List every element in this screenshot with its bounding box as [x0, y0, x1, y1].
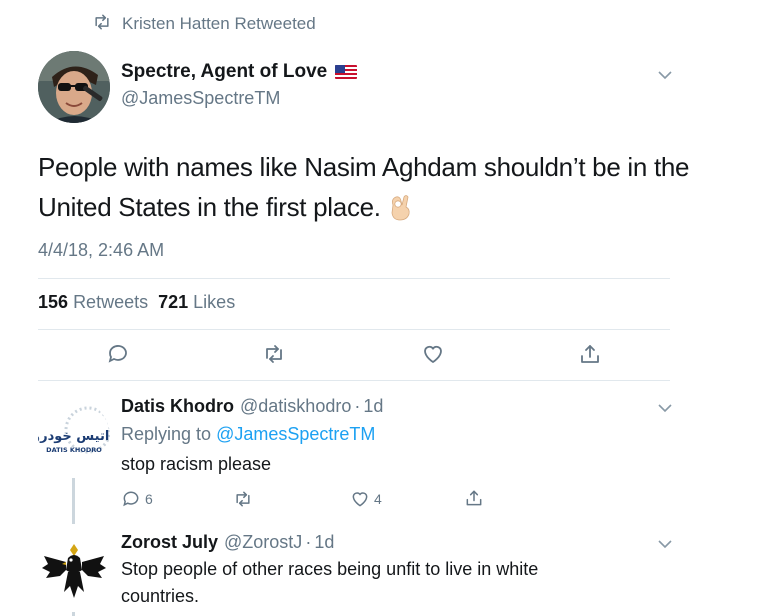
reply-button[interactable]: 6: [121, 489, 153, 509]
divider: [38, 380, 670, 381]
retweet-label: Retweets: [73, 292, 149, 312]
reply-text: stop racism please: [121, 454, 272, 474]
heart-icon: [424, 345, 442, 364]
author-name: Spectre, Agent of Love: [121, 61, 328, 82]
replying-mention[interactable]: @JamesSpectreTM: [216, 424, 375, 444]
datis-logo-text: داتیس خودرو: [38, 429, 110, 444]
reply-author-handle[interactable]: @datiskhodro: [240, 396, 351, 417]
reply-header: Datis Khodro @datiskhodro · 1d: [121, 396, 383, 417]
reply-time[interactable]: 1d: [314, 532, 334, 553]
reply-text-line-2: countries.: [121, 586, 200, 606]
reply-text-line-1: Stop people of other races being unfit t…: [121, 559, 539, 579]
reply-avatar[interactable]: [38, 536, 110, 608]
reply-author-name[interactable]: Datis Khodro: [121, 396, 234, 417]
like-button[interactable]: 4: [350, 489, 382, 509]
share-button[interactable]: [464, 488, 488, 508]
separator-dot: ·: [305, 532, 312, 552]
reply-count: 6: [145, 491, 153, 507]
datis-logo-subtext: DATIS KHODRO: [46, 446, 102, 454]
author-name-row[interactable]: Spectre, Agent of Love: [121, 61, 358, 83]
reply-icon: [108, 345, 127, 363]
reply-author-handle[interactable]: @ZorostJ: [224, 532, 302, 553]
like-count: 721: [158, 292, 189, 312]
likes-stat[interactable]: 721 Likes: [158, 292, 235, 313]
reply-header: Zorost July @ZorostJ · 1d: [121, 532, 334, 553]
retweet-count: 156: [38, 292, 69, 312]
thread-line: [72, 612, 75, 616]
tweet-timestamp[interactable]: 4/4/18, 2:46 AM: [38, 240, 164, 261]
retweet-icon: [236, 491, 250, 507]
share-icon: [581, 345, 599, 363]
author-avatar[interactable]: [38, 51, 110, 123]
retweet-button[interactable]: [262, 342, 286, 366]
divider: [38, 329, 670, 330]
reply-time[interactable]: 1d: [363, 396, 383, 417]
reply-avatar[interactable]: داتیس خودرو DATIS KHODRO: [38, 400, 110, 472]
tweet-text: People with names like Nasim Aghdam shou…: [38, 147, 698, 227]
replying-to: Replying to @JamesSpectreTM: [121, 421, 375, 448]
divider: [38, 278, 670, 279]
share-button[interactable]: [578, 342, 602, 366]
share-icon: [466, 490, 482, 506]
retweet-icon: [92, 12, 122, 37]
retweet-context-text: Kristen Hatten Retweeted: [122, 14, 316, 33]
ok-hand-icon: [387, 192, 413, 221]
retweets-stat[interactable]: 156 Retweets: [38, 292, 148, 313]
tweet-stats: 156 Retweets 721 Likes: [38, 292, 235, 313]
tweet-actions: [0, 342, 768, 368]
retweet-icon: [266, 345, 282, 363]
chevron-down-icon[interactable]: [657, 67, 673, 83]
like-label: Likes: [193, 292, 236, 312]
separator-dot: ·: [354, 396, 361, 416]
reply-button[interactable]: [106, 342, 130, 366]
like-button[interactable]: [421, 342, 445, 366]
chevron-down-icon[interactable]: [657, 536, 673, 552]
chevron-down-icon[interactable]: [657, 400, 673, 416]
retweet-context[interactable]: Kristen Hatten Retweeted: [92, 12, 316, 36]
like-count: 4: [374, 491, 382, 507]
us-flag-icon: [335, 65, 358, 79]
replying-label: Replying to: [121, 424, 212, 444]
heart-icon: [352, 492, 368, 507]
thread-line: [72, 478, 75, 524]
author-handle[interactable]: @JamesSpectreTM: [121, 88, 280, 109]
tweet-text-body: People with names like Nasim Aghdam shou…: [38, 152, 690, 222]
reply-author-name[interactable]: Zorost July: [121, 532, 218, 553]
retweet-button[interactable]: [233, 489, 257, 509]
reply-icon: [123, 491, 139, 507]
